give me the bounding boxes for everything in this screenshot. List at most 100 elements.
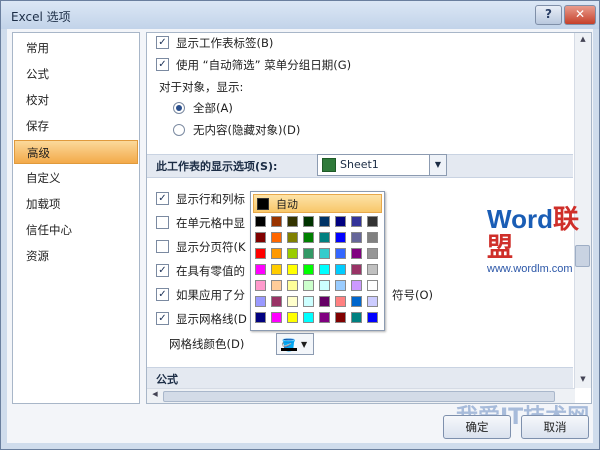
radio-selected-icon[interactable]: [173, 101, 185, 114]
sidebar-item-formulas[interactable]: 公式: [14, 62, 138, 86]
close-button[interactable]: ✕: [564, 5, 596, 25]
color-swatch[interactable]: [367, 232, 378, 243]
color-swatch[interactable]: [287, 280, 298, 291]
color-swatch[interactable]: [351, 312, 362, 323]
color-swatch[interactable]: [271, 296, 282, 307]
checkbox-checked-icon[interactable]: ✓: [156, 264, 169, 277]
checkbox-checked-icon[interactable]: ✓: [156, 288, 169, 301]
show-sheet-tabs-option[interactable]: ✓ 显示工作表标签(B): [156, 34, 273, 52]
checkbox-unchecked-icon[interactable]: [156, 216, 169, 229]
color-swatch[interactable]: [319, 264, 330, 275]
color-swatch[interactable]: [319, 248, 330, 259]
color-swatch[interactable]: [255, 312, 266, 323]
color-swatch[interactable]: [319, 296, 330, 307]
scroll-down-icon[interactable]: ▼: [575, 375, 591, 383]
sidebar-item-save[interactable]: 保存: [14, 114, 138, 138]
chevron-down-icon[interactable]: ▼: [301, 336, 307, 354]
color-swatch[interactable]: [287, 248, 298, 259]
color-swatch[interactable]: [287, 216, 298, 227]
color-swatch[interactable]: [335, 248, 346, 259]
color-swatch[interactable]: [335, 312, 346, 323]
color-swatch[interactable]: [255, 296, 266, 307]
automatic-color-label: 自动: [276, 198, 298, 211]
color-swatch[interactable]: [271, 280, 282, 291]
color-swatch[interactable]: [335, 280, 346, 291]
show-zero-option[interactable]: ✓ 在具有零值的: [156, 262, 245, 280]
sidebar-item-customize[interactable]: 自定义: [14, 166, 138, 190]
color-swatch[interactable]: [255, 248, 266, 259]
color-swatch[interactable]: [287, 312, 298, 323]
color-swatch[interactable]: [335, 232, 346, 243]
watermark-logo: Word联盟: [487, 205, 599, 261]
color-swatch[interactable]: [271, 248, 282, 259]
color-swatch[interactable]: [351, 248, 362, 259]
color-swatch[interactable]: [303, 232, 314, 243]
color-swatch[interactable]: [287, 232, 298, 243]
color-swatch[interactable]: [351, 280, 362, 291]
color-swatch[interactable]: [351, 264, 362, 275]
checkbox-checked-icon[interactable]: ✓: [156, 192, 169, 205]
cancel-button[interactable]: 取消: [521, 415, 589, 439]
color-swatch[interactable]: [303, 248, 314, 259]
sidebar-item-resources[interactable]: 资源: [14, 244, 138, 268]
color-swatch[interactable]: [335, 296, 346, 307]
color-swatch[interactable]: [335, 264, 346, 275]
color-swatch[interactable]: [319, 280, 330, 291]
show-page-breaks-option[interactable]: 显示分页符(K: [156, 238, 246, 256]
color-swatch[interactable]: [303, 280, 314, 291]
color-swatch[interactable]: [319, 312, 330, 323]
scroll-up-icon[interactable]: ▲: [575, 35, 591, 43]
show-all-objects-radio[interactable]: 全部(A): [173, 99, 233, 117]
color-swatch[interactable]: [287, 296, 298, 307]
color-swatch[interactable]: [319, 232, 330, 243]
hide-objects-radio[interactable]: 无内容(隐藏对象)(D): [173, 121, 300, 139]
help-button[interactable]: ?: [535, 5, 562, 25]
checkbox-checked-icon[interactable]: ✓: [156, 58, 169, 71]
color-swatch[interactable]: [319, 216, 330, 227]
gridline-color-picker-button[interactable]: 🪣 ▼: [276, 333, 314, 355]
show-row-col-headers-option[interactable]: ✓ 显示行和列标: [156, 190, 245, 208]
checkbox-checked-icon[interactable]: ✓: [156, 36, 169, 49]
color-swatch[interactable]: [351, 216, 362, 227]
color-swatch[interactable]: [367, 264, 378, 275]
color-swatch[interactable]: [303, 312, 314, 323]
color-swatch[interactable]: [335, 216, 346, 227]
sidebar-item-trust-center[interactable]: 信任中心: [14, 218, 138, 242]
automatic-color-option[interactable]: 自动: [253, 194, 382, 213]
show-outline-symbols-option[interactable]: ✓ 如果应用了分 符号(O): [156, 286, 433, 304]
ok-button[interactable]: 确定: [443, 415, 511, 439]
checkbox-checked-icon[interactable]: ✓: [156, 312, 169, 325]
color-swatch[interactable]: [303, 216, 314, 227]
color-swatch[interactable]: [255, 216, 266, 227]
color-swatch[interactable]: [367, 296, 378, 307]
color-swatch[interactable]: [271, 264, 282, 275]
color-swatch[interactable]: [271, 232, 282, 243]
color-swatch[interactable]: [255, 264, 266, 275]
color-swatch[interactable]: [271, 312, 282, 323]
chevron-down-icon[interactable]: ▼: [429, 155, 446, 175]
group-dates-option[interactable]: ✓ 使用 “自动筛选” 菜单分组日期(G): [156, 56, 351, 74]
sidebar-item-proofing[interactable]: 校对: [14, 88, 138, 112]
show-formulas-option[interactable]: 在单元格中显: [156, 214, 245, 232]
color-swatch[interactable]: [255, 280, 266, 291]
radio-unselected-icon[interactable]: [173, 123, 185, 136]
sidebar-item-common[interactable]: 常用: [14, 36, 138, 60]
sidebar-item-addins[interactable]: 加载项: [14, 192, 138, 216]
color-swatch[interactable]: [367, 248, 378, 259]
show-gridlines-option[interactable]: ✓ 显示网格线(D: [156, 310, 247, 328]
color-swatch[interactable]: [271, 216, 282, 227]
color-swatch[interactable]: [351, 232, 362, 243]
color-swatch[interactable]: [303, 264, 314, 275]
color-swatch[interactable]: [367, 312, 378, 323]
sheet-select-dropdown[interactable]: Sheet1 ▼: [317, 154, 447, 176]
color-swatch[interactable]: [351, 296, 362, 307]
color-swatch[interactable]: [367, 216, 378, 227]
scroll-left-icon[interactable]: ◀: [147, 390, 163, 398]
color-swatch[interactable]: [255, 232, 266, 243]
sidebar-item-label: 资源: [26, 249, 49, 263]
checkbox-unchecked-icon[interactable]: [156, 240, 169, 253]
color-swatch[interactable]: [367, 280, 378, 291]
color-swatch[interactable]: [303, 296, 314, 307]
sidebar-item-advanced[interactable]: 高级: [14, 140, 138, 164]
color-swatch[interactable]: [287, 264, 298, 275]
